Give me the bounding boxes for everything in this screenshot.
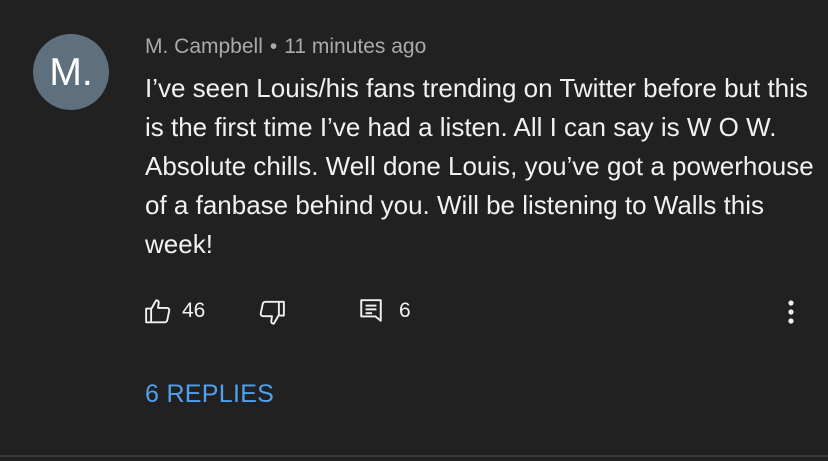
view-replies-link[interactable]: 6 REPLIES (145, 380, 274, 409)
more-vertical-icon (781, 300, 801, 329)
avatar[interactable]: M. (33, 34, 109, 110)
reply-count: 6 (399, 299, 411, 322)
thumbs-down-icon (257, 298, 287, 328)
more-options-button[interactable] (781, 299, 801, 330)
dislike-button[interactable] (257, 298, 287, 328)
avatar-initial: M. (49, 51, 93, 94)
comment-icon (359, 298, 383, 324)
like-count: 46 (182, 299, 206, 322)
reply-button[interactable]: 6 (359, 298, 411, 324)
thumbs-up-icon (143, 296, 173, 326)
comment-text: I’ve seen Louis/his fans trending on Twi… (145, 73, 814, 259)
meta-separator: • (269, 35, 278, 58)
author-name[interactable]: M. Campbell (145, 35, 263, 58)
comment-meta: M. Campbell • 11 minutes ago (145, 35, 426, 59)
comment-actions: 46 6 (0, 290, 828, 334)
divider (0, 455, 828, 457)
like-button[interactable]: 46 (143, 296, 205, 326)
comment-timestamp[interactable]: 11 minutes ago (284, 35, 426, 58)
